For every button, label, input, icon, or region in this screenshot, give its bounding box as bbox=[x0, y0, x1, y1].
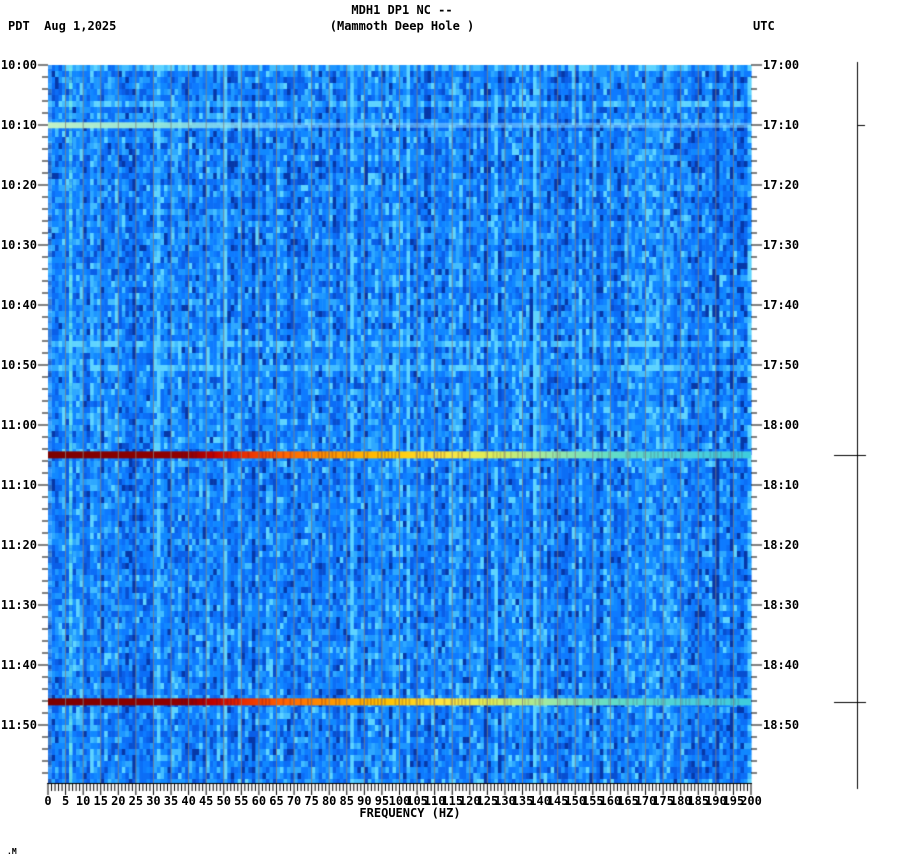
y-axis-label-left: 11:40 bbox=[0, 658, 37, 672]
y-axis-label-right: 18:10 bbox=[763, 478, 800, 492]
y-axis-label-right: 17:40 bbox=[763, 298, 800, 312]
station-subtitle: (Mammoth Deep Hole ) bbox=[329, 19, 475, 33]
y-axis-label-left: 11:10 bbox=[0, 478, 37, 492]
y-axis-label-left: 11:20 bbox=[0, 538, 37, 552]
y-axis-label-left: 10:40 bbox=[0, 298, 37, 312]
y-axis-label-right: 18:20 bbox=[763, 538, 800, 552]
y-axis-label-right: 18:50 bbox=[763, 718, 800, 732]
x-axis-title: FREQUENCY (HZ) bbox=[359, 806, 461, 820]
y-axis-label-left: 10:50 bbox=[0, 358, 37, 372]
y-axis-label-right: 17:50 bbox=[763, 358, 800, 372]
station-title: MDH1 DP1 NC -- bbox=[351, 3, 453, 17]
timezone-date-label: PDT Aug 1,2025 bbox=[8, 19, 117, 33]
y-axis-label-left: 11:50 bbox=[0, 718, 37, 732]
y-axis-label-right: 17:10 bbox=[763, 118, 800, 132]
timezone-right-label: UTC bbox=[753, 19, 775, 33]
y-axis-label-right: 17:30 bbox=[763, 238, 800, 252]
y-axis-label-right: 18:30 bbox=[763, 598, 800, 612]
y-axis-label-right: 18:00 bbox=[763, 418, 800, 432]
y-axis-label-left: 10:10 bbox=[0, 118, 37, 132]
y-axis-label-left: 10:00 bbox=[0, 58, 37, 72]
watermark-glyph: .M bbox=[7, 847, 17, 856]
y-axis-label-left: 11:00 bbox=[0, 418, 37, 432]
y-axis-label-left: 10:20 bbox=[0, 178, 37, 192]
y-axis-label-left: 11:30 bbox=[0, 598, 37, 612]
y-axis-label-right: 17:20 bbox=[763, 178, 800, 192]
y-axis-label-right: 17:00 bbox=[763, 58, 800, 72]
y-axis-label-left: 10:30 bbox=[0, 238, 37, 252]
x-axis-label: 200 bbox=[740, 794, 762, 808]
y-axis-label-right: 18:40 bbox=[763, 658, 800, 672]
spectrogram-page: PDT Aug 1,2025 MDH1 DP1 NC -- (Mammoth D… bbox=[0, 0, 902, 864]
